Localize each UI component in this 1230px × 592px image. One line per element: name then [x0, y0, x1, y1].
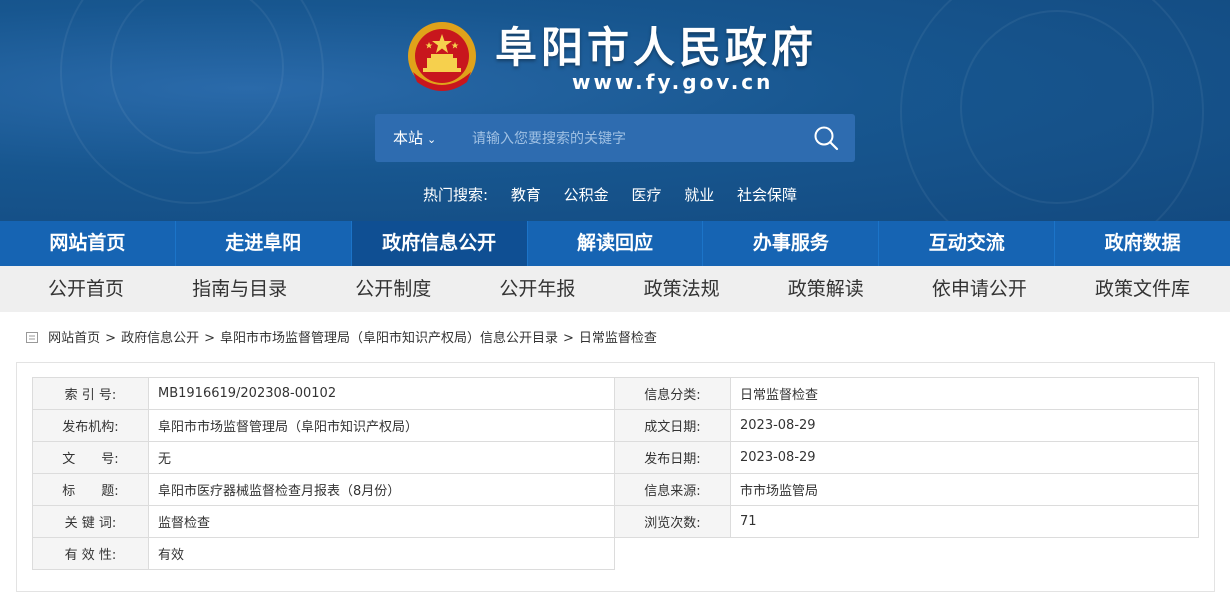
main-nav-item-about[interactable]: 走进阜阳 [176, 221, 352, 266]
main-nav-item-services[interactable]: 办事服务 [703, 221, 880, 266]
info-value: 有效 [148, 537, 615, 570]
breadcrumb-separator: > [105, 331, 117, 346]
info-key: 发布日期: [614, 441, 731, 474]
national-emblem-icon [408, 22, 476, 91]
table-row: 信息来源: 市市场监管局 [614, 473, 1199, 506]
search-bar: 本站 ⌄ [375, 114, 855, 162]
breadcrumb-separator: > [563, 331, 574, 346]
info-value: 阜阳市市场监督管理局（阜阳市知识产权局） [148, 409, 615, 442]
sub-nav-item[interactable]: 政策法规 [644, 266, 720, 312]
main-nav-item-info-disclosure[interactable]: 政府信息公开 [351, 221, 528, 266]
main-nav-item-data[interactable]: 政府数据 [1055, 221, 1230, 266]
info-key: 文 号: [32, 441, 149, 474]
sub-nav-item[interactable]: 政策解读 [788, 266, 864, 312]
info-value: 71 [730, 505, 1199, 538]
table-row: 浏览次数: 71 [614, 505, 1199, 538]
main-nav-item-home[interactable]: 网站首页 [0, 221, 176, 266]
info-key: 索 引 号: [32, 377, 149, 410]
search-scope-label: 本站 [393, 129, 424, 147]
document-info-table-left: 索 引 号: MB1916619/202308-00102 发布机构: 阜阳市市… [32, 377, 615, 570]
breadcrumb-link[interactable]: 网站首页 [48, 331, 100, 346]
table-row: 标 题: 阜阳市医疗器械监督检查月报表（8月份） [32, 473, 615, 506]
info-key: 有 效 性: [32, 537, 149, 570]
info-value: 2023-08-29 [730, 441, 1199, 474]
info-key: 标 题: [32, 473, 149, 506]
sub-nav-item[interactable]: 公开制度 [355, 266, 431, 312]
table-row: 索 引 号: MB1916619/202308-00102 [32, 377, 615, 410]
search-scope-dropdown[interactable]: 本站 ⌄ [393, 114, 436, 164]
sub-nav: 公开首页 指南与目录 公开制度 公开年报 政策法规 政策解读 依申请公开 政策文… [0, 266, 1230, 312]
info-value: 监督检查 [148, 505, 615, 538]
site-url: www.fy.gov.cn [572, 70, 774, 94]
breadcrumb-link[interactable]: 政府信息公开 [121, 331, 199, 346]
info-value: MB1916619/202308-00102 [148, 377, 615, 410]
breadcrumb: 网站首页 > 政府信息公开 > 阜阳市市场监督管理局（阜阳市知识产权局）信息公开目录 > 日… [26, 327, 657, 346]
info-value: 无 [148, 441, 615, 474]
hot-search: 热门搜索: 教育 公积金 医疗 就业 社会保障 [423, 184, 815, 205]
table-row: 关 键 词: 监督检查 [32, 505, 615, 538]
info-value: 阜阳市医疗器械监督检查月报表（8月份） [148, 473, 615, 506]
info-value: 2023-08-29 [730, 409, 1199, 442]
main-nav: 网站首页 走进阜阳 政府信息公开 解读回应 办事服务 互动交流 政府数据 [0, 221, 1230, 266]
table-row: 发布日期: 2023-08-29 [614, 441, 1199, 474]
decorative-flower [960, 10, 1154, 204]
home-icon [26, 332, 38, 343]
search-input[interactable] [470, 124, 784, 154]
sub-nav-item[interactable]: 指南与目录 [192, 266, 287, 312]
search-icon[interactable] [813, 125, 839, 151]
info-key: 发布机构: [32, 409, 149, 442]
info-key: 关 键 词: [32, 505, 149, 538]
sub-nav-item[interactable]: 政策文件库 [1095, 266, 1190, 312]
breadcrumb-separator: > [204, 331, 215, 346]
info-value: 市市场监管局 [730, 473, 1199, 506]
table-row: 信息分类: 日常监督检查 [614, 377, 1199, 410]
info-key: 成文日期: [614, 409, 731, 442]
document-info-table-right: 信息分类: 日常监督检查 成文日期: 2023-08-29 发布日期: 2023… [614, 377, 1199, 538]
site-header: 阜阳市人民政府 www.fy.gov.cn 本站⌄ 热门搜索: 教育 公积金 医… [0, 0, 1230, 221]
document-info-panel: 索 引 号: MB1916619/202308-00102 发布机构: 阜阳市市… [16, 362, 1215, 592]
table-row: 文 号: 无 [32, 441, 615, 474]
main-nav-item-interpretation[interactable]: 解读回应 [528, 221, 704, 266]
main-nav-item-interaction[interactable]: 互动交流 [879, 221, 1056, 266]
hot-search-link[interactable]: 教育 [511, 186, 541, 204]
hot-search-link[interactable]: 公积金 [564, 186, 609, 204]
table-row: 成文日期: 2023-08-29 [614, 409, 1199, 442]
table-row: 有 效 性: 有效 [32, 537, 615, 570]
hot-search-label: 热门搜索: [423, 186, 489, 204]
info-key: 信息来源: [614, 473, 731, 506]
chevron-down-icon: ⌄ [427, 133, 437, 146]
breadcrumb-link[interactable]: 阜阳市市场监督管理局（阜阳市知识产权局）信息公开目录 [220, 331, 558, 346]
info-key: 浏览次数: [614, 505, 731, 538]
table-row: 发布机构: 阜阳市市场监督管理局（阜阳市知识产权局） [32, 409, 615, 442]
info-value: 日常监督检查 [730, 377, 1199, 410]
sub-nav-item[interactable]: 公开首页 [48, 266, 124, 312]
sub-nav-item[interactable]: 公开年报 [499, 266, 575, 312]
breadcrumb-current: 日常监督检查 [578, 331, 657, 346]
hot-search-link[interactable]: 社会保障 [737, 186, 797, 204]
info-key: 信息分类: [614, 377, 731, 410]
site-title: 阜阳市人民政府 [495, 23, 818, 72]
hot-search-link[interactable]: 就业 [684, 186, 714, 204]
hot-search-link[interactable]: 医疗 [631, 186, 661, 204]
sub-nav-item[interactable]: 依申请公开 [932, 266, 1027, 312]
